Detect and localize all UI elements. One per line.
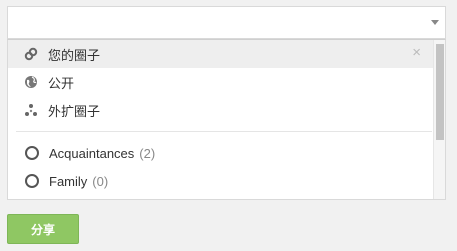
circle-count: (0): [92, 173, 109, 189]
circle-label: Family: [49, 173, 88, 189]
option-label: 外扩圈子: [48, 103, 101, 119]
globe-icon: [24, 75, 38, 89]
option-label: 您的圈子: [48, 47, 101, 63]
option-public[interactable]: 公开: [8, 68, 433, 96]
caret-down-icon[interactable]: [431, 20, 439, 25]
radio-icon[interactable]: [25, 146, 39, 160]
radio-icon[interactable]: [25, 174, 39, 188]
option-circle-acquaintances[interactable]: Acquaintances (2): [8, 139, 433, 167]
share-button[interactable]: 分享: [7, 214, 79, 244]
close-icon[interactable]: ×: [412, 45, 421, 61]
divider: [16, 131, 432, 132]
option-your-circles[interactable]: 您的圈子 ×: [8, 40, 433, 68]
link-circles-icon: [24, 47, 38, 61]
option-circle-family[interactable]: Family (0): [8, 167, 433, 195]
extended-circles-icon: [24, 103, 38, 117]
circle-label: Acquaintances: [49, 145, 135, 161]
circle-count: (2): [139, 145, 156, 161]
scrollbar-thumb[interactable]: [436, 44, 444, 140]
option-label: 公开: [48, 75, 75, 91]
audience-dropdown: 您的圈子 × 公开 外扩圈子 Acquaintances (2) Family …: [7, 39, 446, 200]
share-select-box[interactable]: [7, 6, 446, 39]
dropdown-scrollbar[interactable]: [433, 40, 445, 199]
option-extended-circles[interactable]: 外扩圈子: [8, 96, 433, 124]
